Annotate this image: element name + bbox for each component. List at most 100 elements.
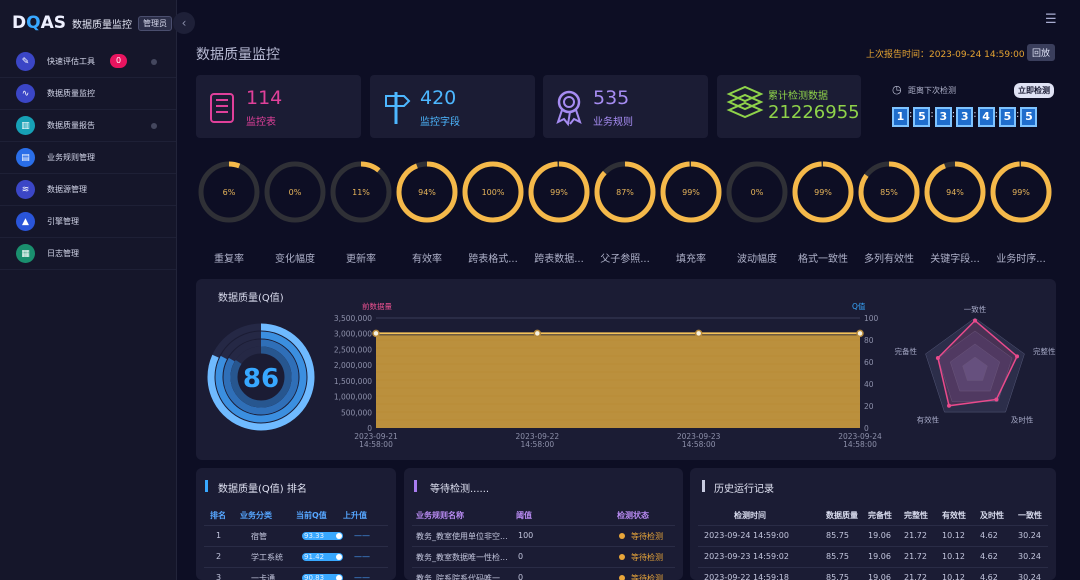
history-header: 一致性 [1018, 511, 1042, 520]
ranking-q-bar: 91.42 [302, 553, 343, 561]
row-divider [204, 525, 388, 526]
ranking-header: 排名 [210, 511, 226, 520]
gauge-arc [660, 161, 722, 223]
waiting-status: 等待检测 [631, 532, 663, 541]
history-header: 有效性 [942, 511, 966, 520]
history-title: 历史运行记录 [714, 484, 774, 495]
gauge-label: 重复率 [214, 254, 244, 265]
sidebar-item-3[interactable]: ▤ 业务规则管理 [0, 142, 176, 174]
ranking-up: —— [354, 552, 370, 561]
history-cell: 19.06 [868, 531, 891, 540]
ranking-header: 上升值 [343, 511, 367, 520]
gauge-value: 99% [550, 188, 568, 197]
signpost-icon [385, 92, 411, 124]
row-divider [204, 546, 388, 547]
ranking-title-bar [205, 480, 208, 492]
waiting-status: 等待检测 [631, 574, 663, 580]
sidebar-item-4[interactable]: ≋ 数据源管理 [0, 174, 176, 206]
gauge-label: 波动幅度 [737, 254, 777, 265]
countdown-digit: 3 [956, 107, 974, 127]
ranking-panel: 数据质量(Q值) 排名 排名 业务分类 当前Q值 上升值 1 宿管 93.33 —— 2 学工系统… [196, 468, 396, 580]
history-cell: 21.72 [904, 552, 927, 561]
history-header: 完备性 [868, 511, 892, 520]
stat-card-1[interactable]: 420 监控字段 [370, 75, 535, 138]
gauge-value: 100% [482, 188, 505, 197]
gauge-10: 85% [858, 161, 920, 223]
quality-chart-panel [196, 279, 1056, 460]
ranking-category: 学工系统 [251, 553, 283, 562]
gauge-value: 85% [880, 188, 898, 197]
gauge-label: 父子参照... [600, 254, 650, 265]
gauge-label: 多列有效性 [864, 254, 914, 265]
collapse-sidebar-button[interactable]: ‹ [173, 12, 195, 34]
gauge-6: 87% [594, 161, 656, 223]
history-header: 检测时间 [734, 511, 766, 520]
history-cell: 10.12 [942, 552, 965, 561]
gauge-arc [594, 161, 656, 223]
app-logo[interactable]: DQAS [12, 13, 66, 33]
role-badge[interactable]: 管理员 [137, 15, 172, 31]
gauge-label: 有效率 [412, 254, 442, 265]
quality-panel-title: 数据质量(Q值) [218, 293, 284, 304]
stat-card-3[interactable]: 212269552...累计检测数据 [717, 75, 861, 138]
sidebar-item-2[interactable]: ▥ 数据质量报告 [0, 110, 176, 142]
app-title: 数据质量监控 [71, 19, 132, 31]
rollback-button[interactable]: 回放 [1027, 44, 1056, 61]
gauge-value: 0% [289, 188, 302, 197]
waiting-header: 业务规则名称 [416, 511, 464, 520]
rocket-icon: ▲ [16, 212, 35, 231]
ranking-rank: 3 [216, 573, 222, 580]
history-cell: 2023-09-24 14:59:00 [704, 531, 789, 540]
row-divider [698, 525, 1048, 526]
gauge-arc [198, 161, 260, 223]
sidebar-item-6[interactable]: ▦ 日志管理 [0, 238, 176, 270]
detect-now-button[interactable]: 立即检测 [1014, 83, 1054, 98]
countdown-digit: 5 [1020, 107, 1038, 127]
ranking-rank: 1 [216, 531, 222, 540]
stat-card-value: 114 [246, 87, 283, 109]
waiting-threshold: 0 [518, 552, 524, 561]
sidebar-item-5[interactable]: ▲ 引擎管理 [0, 206, 176, 238]
history-cell: 30.24 [1018, 573, 1041, 580]
pulse-icon: ∿ [16, 84, 35, 103]
sidebar-item-label: 数据质量监控 [47, 89, 95, 98]
ranking-up: —— [354, 573, 370, 580]
gauge-12: 99% [990, 161, 1052, 223]
waiting-header: 检测状态 [617, 511, 649, 520]
gauge-value: 94% [946, 188, 964, 197]
status-dot [619, 554, 625, 560]
menu-icon[interactable]: ☰ [1045, 12, 1057, 27]
history-cell: 21.72 [904, 573, 927, 580]
stat-card-0[interactable]: 114 监控表 [196, 75, 361, 138]
countdown-digit: 1 [892, 107, 909, 127]
report-time: 上次报告时间：2023-09-24 14:59:00 [866, 50, 1025, 60]
countdown-separator: : [909, 109, 913, 120]
gauge-value: 99% [682, 188, 700, 197]
countdown-digit: 5 [913, 107, 931, 127]
history-cell: 19.06 [868, 573, 891, 580]
gauge-2: 11% [330, 161, 392, 223]
waiting-rule-name: 教务_教室数据唯一性检... [416, 553, 508, 562]
stat-card-2[interactable]: 535 业务规则 [543, 75, 708, 138]
sidebar-item-0[interactable]: ✎ 快速评估工具 0 [0, 46, 176, 78]
row-divider [698, 546, 1048, 547]
sidebar-nav: ✎ 快速评估工具 0 ∿ 数据质量监控 ▥ 数据质量报告 ▤ 业务规则管理 ≋ 数据源管理 ▲ 引擎管理… [0, 46, 176, 270]
countdown-digit: 4 [977, 107, 995, 127]
history-cell: 21.72 [904, 531, 927, 540]
gauge-value: 99% [1012, 188, 1030, 197]
stat-card-label: 监控字段 [420, 117, 460, 128]
row-divider [204, 567, 388, 568]
history-cell: 4.62 [980, 573, 998, 580]
gauge-label: 填充率 [676, 254, 706, 265]
ranking-header: 当前Q值 [296, 511, 327, 520]
ranking-header: 业务分类 [240, 511, 272, 520]
gauge-1: 0% [264, 161, 326, 223]
ranking-q-bar: 90.83 [302, 574, 343, 580]
history-cell: 2023-09-23 14:59:02 [704, 552, 789, 561]
stat-card-value: 212269552... [768, 102, 860, 123]
sidebar-item-1[interactable]: ∿ 数据质量监控 [0, 78, 176, 110]
gauge-8: 0% [726, 161, 788, 223]
history-cell: 85.75 [826, 573, 849, 580]
gauge-9: 99% [792, 161, 854, 223]
ranking-up: —— [354, 531, 370, 540]
